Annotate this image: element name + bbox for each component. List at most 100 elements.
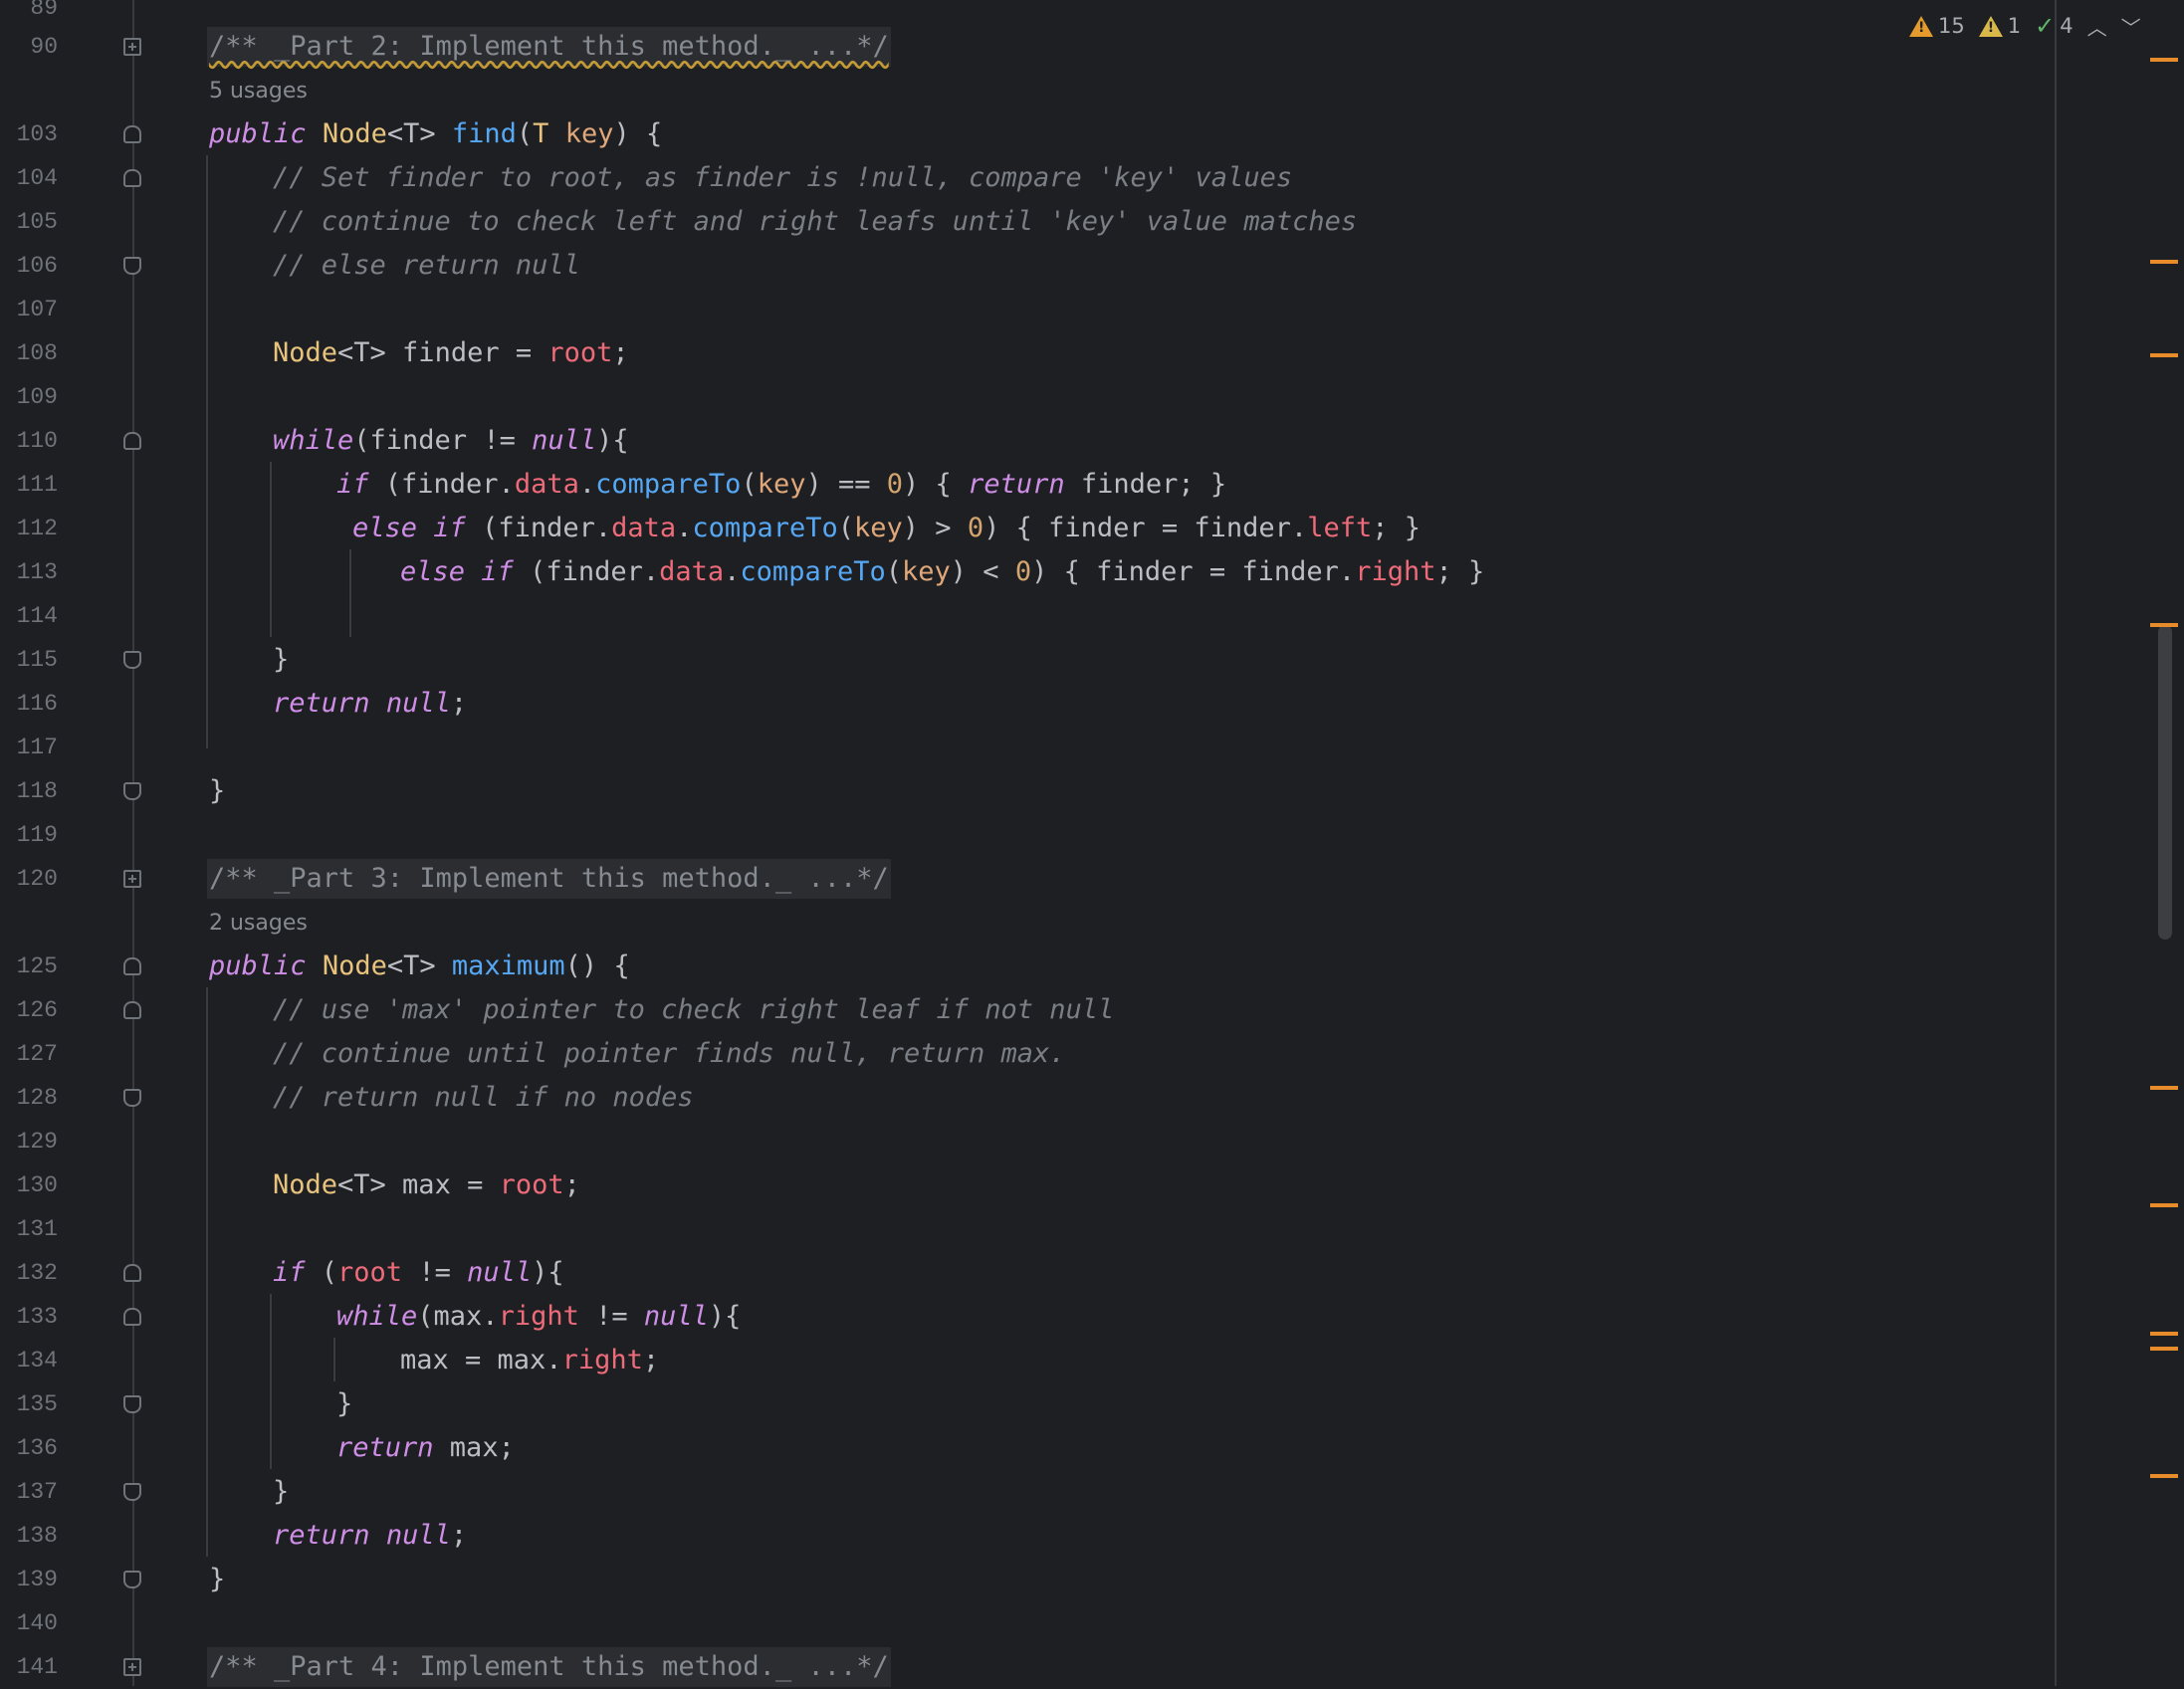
warnings-indicator[interactable]: 15 [1909, 14, 1965, 38]
comment-line: // else return null [273, 250, 580, 281]
code-token: ) { [613, 118, 663, 149]
parameter: key [854, 513, 903, 543]
scrollbar-thumb[interactable] [2158, 625, 2172, 940]
warning-stripe-marker[interactable] [2150, 1332, 2178, 1336]
warning-stripe-marker[interactable] [2150, 260, 2178, 264]
parameter: key [757, 469, 806, 500]
comment-line: // use 'max' pointer to check right leaf… [273, 994, 1115, 1025]
indent-guide [270, 1294, 272, 1469]
code-token: ){ [708, 1301, 742, 1332]
code-token: ; [563, 1169, 580, 1200]
code-token: <T> max = [337, 1169, 500, 1200]
indent-guide [333, 1338, 335, 1381]
code-token: ( [516, 118, 534, 149]
code-line: } [273, 644, 290, 675]
code-token: ){ [596, 425, 629, 456]
usages-hint[interactable]: 2 usages [209, 904, 308, 944]
field-name: left [1307, 513, 1373, 543]
code-token: ; } [1372, 513, 1420, 543]
code-token: ( [741, 469, 758, 500]
code-editor[interactable]: 89 90 103 104 105 106 107 108 109 110 11… [0, 0, 2184, 1687]
code-token: ){ [532, 1257, 564, 1288]
warning-stripe-marker[interactable] [2150, 58, 2178, 62]
weak-warnings-indicator[interactable]: 1 [1978, 14, 2021, 38]
warning-stripe-marker[interactable] [2150, 353, 2178, 357]
field-name: data [514, 469, 579, 500]
warning-stripe-marker[interactable] [2150, 1086, 2178, 1090]
code-line: else if (finder.data.compareTo(key) < 0)… [400, 550, 1484, 594]
warning-icon [1909, 15, 1933, 37]
code-area[interactable]: /** _Part 2: Implement this method._ ...… [0, 0, 2184, 1687]
indent-guide [206, 987, 208, 1557]
code-token: (max. [417, 1301, 499, 1332]
usages-hint[interactable]: 5 usages [209, 72, 308, 111]
keyword: if [273, 1257, 306, 1288]
type-name: Node [273, 1169, 338, 1200]
warning-stripe-marker[interactable] [2150, 1474, 2178, 1478]
typo-check-icon: ✓ [2035, 12, 2056, 40]
code-token: max = max. [400, 1345, 562, 1375]
code-token: ; [450, 1520, 468, 1551]
collapsed-doc-comment[interactable]: /** _Part 2: Implement this method._ ...… [207, 27, 891, 67]
keyword: return [273, 1520, 370, 1551]
code-line: return null; [273, 1514, 467, 1558]
code-line: } [336, 1388, 353, 1419]
code-line: while(finder != null){ [273, 419, 629, 463]
code-token: != [578, 1301, 644, 1332]
parameter: key [564, 118, 614, 149]
code-token: ) { finder = finder. [983, 513, 1308, 543]
code-token: (finder. [513, 556, 660, 587]
number-literal: 0 [967, 513, 984, 543]
code-line: } [209, 775, 226, 806]
keyword: null [532, 425, 597, 456]
type-name: Node [273, 337, 338, 368]
field-name: root [337, 1257, 403, 1288]
code-token: ) < [950, 556, 1015, 587]
field-name: root [499, 1169, 564, 1200]
keyword: null [385, 1520, 451, 1551]
keyword: null [467, 1257, 533, 1288]
method-name: compareTo [692, 513, 838, 543]
collapsed-doc-comment[interactable]: /** _Part 3: Implement this method._ ...… [207, 859, 891, 899]
code-token: (finder != [353, 425, 533, 456]
field-name: right [498, 1301, 579, 1332]
code-token: != [402, 1257, 468, 1288]
previous-highlight-icon[interactable]: ︿ [2087, 12, 2107, 41]
warning-stripe-marker[interactable] [2150, 623, 2178, 627]
code-token: ; [642, 1345, 660, 1375]
warning-stripe-marker[interactable] [2150, 1203, 2178, 1207]
keyword: if [433, 513, 466, 543]
code-line: public Node<T> maximum() { [209, 945, 630, 988]
keyword: if [481, 556, 514, 587]
code-token: ( [837, 513, 854, 543]
indent-guide [349, 549, 351, 637]
code-line: return null; [273, 682, 467, 726]
right-margin-line [2055, 0, 2057, 1686]
field-name: root [547, 337, 613, 368]
type-name: T [533, 118, 549, 149]
code-line: else if (finder.data.compareTo(key) > 0)… [352, 507, 1420, 550]
code-token: ; [612, 337, 629, 368]
inspection-widget[interactable]: 15 1 ✓ 4 ︿ ﹀ [1909, 8, 2141, 44]
typos-indicator[interactable]: ✓ 4 [2035, 12, 2073, 40]
method-name: compareTo [740, 556, 886, 587]
code-token: (finder. [465, 513, 612, 543]
code-token: . [578, 469, 596, 500]
keyword: public [209, 118, 307, 149]
code-line: } [273, 1476, 290, 1507]
code-token: . [724, 556, 741, 587]
keyword: else [400, 556, 466, 587]
number-literal: 0 [886, 469, 904, 500]
number-literal: 0 [1014, 556, 1032, 587]
code-token: . [676, 513, 693, 543]
keyword: return [273, 688, 370, 719]
warning-stripe-marker[interactable] [2150, 1347, 2178, 1351]
keyword: null [385, 688, 451, 719]
method-name: find [451, 118, 517, 149]
code-line: while(max.right != null){ [336, 1295, 741, 1339]
keyword: else [352, 513, 418, 543]
collapsed-doc-comment[interactable]: /** _Part 4: Implement this method._ ...… [207, 1647, 891, 1687]
next-highlight-icon[interactable]: ﹀ [2121, 12, 2141, 41]
